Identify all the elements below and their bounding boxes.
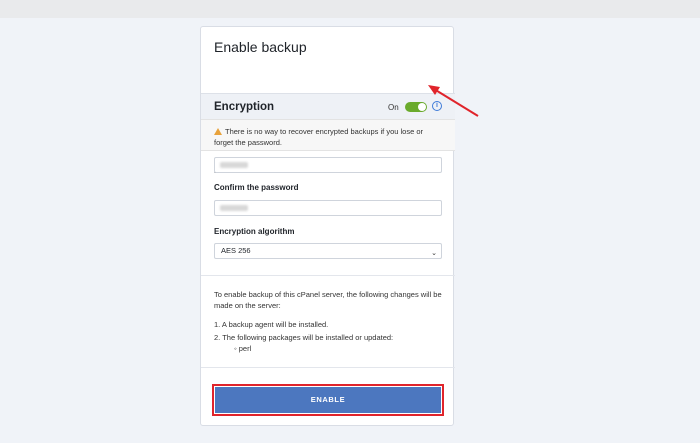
encryption-title: Encryption [214,101,275,113]
changes-description: To enable backup of this cPanel server, … [214,290,442,310]
section-divider [201,275,455,276]
algorithm-label: Encryption algorithm [214,227,295,236]
password-input[interactable] [214,157,442,173]
enable-button[interactable]: ENABLE [215,387,441,413]
change-item-2: 2. The following packages will be instal… [214,333,394,342]
enable-button-highlight: ENABLE [212,384,444,416]
confirm-password-input[interactable] [214,200,442,216]
enable-backup-card: Enable backup Encryption On i There is n… [200,26,455,426]
chevron-down-icon: ⌄ [431,250,437,257]
browser-top-bar [0,0,700,18]
password-mask [220,162,248,168]
annotation-arrow-icon [428,85,479,117]
warning-icon [214,128,222,135]
confirm-password-mask [220,205,248,211]
warning-text: There is no way to recover encrypted bac… [214,127,424,147]
package-item: ◦ perl [234,344,252,353]
algorithm-value: AES 256 [221,246,251,255]
card-title: Enable backup [214,39,307,55]
confirm-password-label: Confirm the password [214,183,299,192]
algorithm-select[interactable]: AES 256 ⌄ [214,243,442,259]
encryption-warning: There is no way to recover encrypted bac… [201,119,455,151]
footer-divider [201,367,455,368]
encryption-header: Encryption On i [201,93,455,119]
change-item-1: 1. A backup agent will be installed. [214,320,329,329]
toggle-label: On [388,103,399,112]
